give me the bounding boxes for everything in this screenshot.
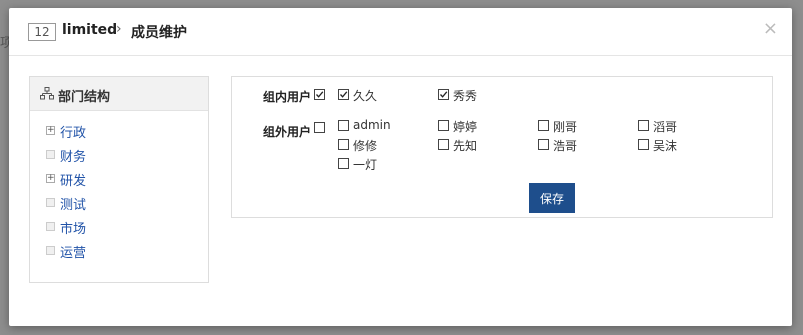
department-item-label[interactable]: 市场 [60,218,86,237]
leaf-node-icon [46,246,55,255]
member-panel: 组内用户 久久 秀秀 组外用户 admin 婷婷 刚哥 滔哥修修 先知 浩哥 吴沫一灯 保存 [231,76,773,218]
user-name: 吴沫 [653,139,678,153]
department-item-label[interactable]: 测试 [60,194,86,213]
project-name: limited [62,22,118,38]
user-name: 久久 [353,89,378,103]
user-name: 修修 [353,139,378,153]
user-checkbox[interactable] [638,139,649,150]
member-maintenance-dialog: 12 limited › 成员维护 × 部门结构 + 行政财务 + 研发测试市场运营 [9,8,792,326]
dialog-header: 12 limited › 成员维护 × [9,8,792,56]
user-checkbox[interactable] [638,120,649,131]
department-panel-title: 部门结构 [58,90,111,105]
user-name: 刚哥 [553,120,578,134]
department-item[interactable]: 财务 [30,145,208,169]
user-name: 一灯 [353,158,378,172]
outer-users-select-all-checkbox[interactable] [314,122,325,133]
page-title: 成员维护 [131,25,187,41]
user-name: admin [353,118,391,132]
user-checkbox[interactable] [438,139,449,150]
breadcrumb-separator-icon: › [116,21,122,37]
leaf-node-icon [46,198,55,207]
department-item[interactable]: 市场 [30,217,208,241]
inner-users-select-all-checkbox[interactable] [314,89,325,100]
department-item-label[interactable]: 行政 [60,122,86,141]
user-checkbox[interactable] [338,158,349,169]
user-checkbox[interactable] [438,120,449,131]
close-button[interactable]: × [763,20,778,38]
user-checkbox[interactable] [338,89,349,100]
department-item-label[interactable]: 财务 [60,146,86,165]
department-item[interactable]: + 行政 [30,121,208,145]
sitemap-icon [40,87,54,104]
user-checkbox[interactable] [338,139,349,150]
user-name: 先知 [453,139,478,153]
inner-users-label: 组内用户 [263,90,312,104]
user-checkbox[interactable] [538,139,549,150]
user-checkbox[interactable] [438,89,449,100]
user-name: 秀秀 [453,89,478,103]
expand-plus-icon[interactable]: + [46,126,55,135]
leaf-node-icon [46,150,55,159]
department-panel-header: 部门结构 [30,77,208,111]
department-panel: 部门结构 + 行政财务 + 研发测试市场运营 [29,76,209,283]
department-item[interactable]: + 研发 [30,169,208,193]
expand-plus-icon[interactable]: + [46,174,55,183]
department-item[interactable]: 运营 [30,241,208,265]
user-checkbox[interactable] [538,120,549,131]
department-list: + 行政财务 + 研发测试市场运营 [30,121,208,265]
department-item-label[interactable]: 运营 [60,242,86,261]
user-name: 浩哥 [553,139,578,153]
save-button[interactable]: 保存 [529,183,575,213]
user-name: 婷婷 [453,120,478,134]
user-name: 滔哥 [653,120,678,134]
leaf-node-icon [46,222,55,231]
department-item[interactable]: 测试 [30,193,208,217]
department-item-label[interactable]: 研发 [60,170,86,189]
project-id-badge: 12 [28,23,56,41]
outer-users-label: 组外用户 [263,125,312,139]
user-checkbox[interactable] [338,120,349,131]
